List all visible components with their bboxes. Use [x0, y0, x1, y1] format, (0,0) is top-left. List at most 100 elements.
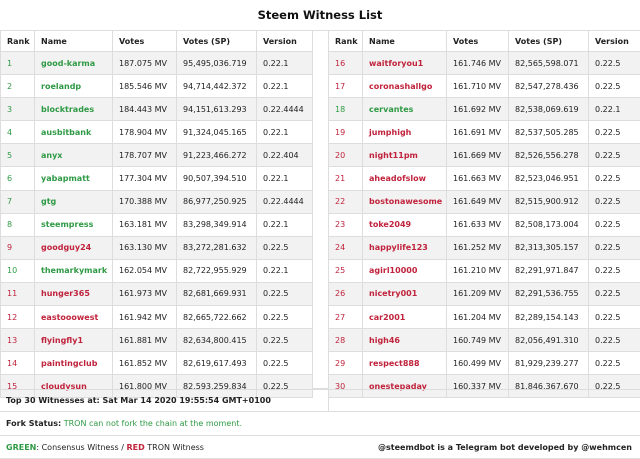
witness-name-link[interactable]: happylife123: [362, 235, 447, 260]
witness-name-link[interactable]: hunger365: [34, 281, 113, 307]
witness-name-link[interactable]: cervantes: [362, 97, 447, 122]
votes-sp-cell: 82,508,173.004: [508, 212, 589, 237]
rank-cell: 7: [0, 189, 35, 214]
table-row: 22 bostonawesome 161.649 MV 82,515,900.912 0…: [328, 189, 640, 214]
votes-sp-cell: 82,634,800.415: [176, 328, 257, 353]
version-cell: 0.22.5: [588, 305, 640, 330]
rank-cell: 14: [0, 351, 35, 376]
version-cell: 0.22.5: [588, 120, 640, 145]
votes-sp-cell: 82,526,556.278: [508, 143, 589, 168]
votes-sp-cell: 82,722,955.929: [176, 258, 257, 283]
witness-name-link[interactable]: nicetry001: [362, 281, 447, 307]
table-header-row: Rank Name Votes Votes (SP) Version: [0, 30, 313, 52]
witness-name-link[interactable]: car2001: [362, 305, 447, 330]
table-row: 28 high46 160.749 MV 82,056,491.310 0.22.5: [328, 328, 640, 353]
votes-sp-cell: 82,313,305.157: [508, 235, 589, 260]
votes-cell: 161.746 MV: [446, 50, 509, 76]
witness-name-link[interactable]: roelandp: [34, 74, 113, 99]
votes-sp-cell: 81,929,239.277: [508, 351, 589, 376]
table-row: 13 flyingfly1 161.881 MV 82,634,800.415 0.22…: [0, 328, 313, 353]
witness-name-link[interactable]: yabapmatt: [34, 166, 113, 191]
votes-cell: 160.499 MV: [446, 351, 509, 376]
witness-name-link[interactable]: jumphigh: [362, 120, 447, 145]
rank-cell: 8: [0, 212, 35, 237]
version-cell: 0.22.5: [588, 258, 640, 283]
header-name: Name: [34, 30, 113, 52]
page-title: Steem Witness List: [257, 8, 383, 22]
witness-name-link[interactable]: goodguy24: [34, 235, 113, 260]
table-row: 18 cervantes 161.692 MV 82,538,069.619 0.22.…: [328, 97, 640, 122]
witness-name-link[interactable]: high46: [362, 328, 447, 353]
rank-cell: 13: [0, 328, 35, 353]
votes-cell: 170.388 MV: [112, 189, 177, 214]
version-cell: 0.22.4444: [256, 97, 313, 122]
header-votes: Votes: [446, 30, 509, 52]
witness-name-link[interactable]: gtg: [34, 189, 113, 214]
version-cell: 0.22.4444: [256, 189, 313, 214]
rank-cell: 6: [0, 166, 35, 191]
table-row: 14 paintingclub 161.852 MV 82,619,617.493 0.…: [0, 351, 313, 376]
version-cell: 0.22.1: [256, 212, 313, 237]
version-cell: 0.22.1: [256, 50, 313, 76]
witness-name-link[interactable]: waitforyou1: [362, 50, 447, 76]
legend-footer: GREEN: Consensus Witness / RED TRON Witn…: [0, 435, 640, 459]
header-rank: Rank: [328, 30, 363, 52]
rank-cell: 21: [328, 166, 363, 191]
votes-cell: 161.942 MV: [112, 305, 177, 330]
votes-cell: 184.443 MV: [112, 97, 177, 122]
witness-name-link[interactable]: flyingfly1: [34, 328, 113, 353]
witness-name-link[interactable]: anyx: [34, 143, 113, 168]
votes-sp-cell: 82,291,536.755: [508, 281, 589, 307]
witness-name-link[interactable]: steempress: [34, 212, 113, 237]
witness-name-link[interactable]: good-karma: [34, 50, 113, 76]
version-cell: 0.22.1: [256, 120, 313, 145]
header-votes-sp: Votes (SP): [508, 30, 589, 52]
witness-name-link[interactable]: aheadofslow: [362, 166, 447, 191]
version-cell: 0.22.1: [256, 166, 313, 191]
votes-cell: 161.633 MV: [446, 212, 509, 237]
version-cell: 0.22.5: [588, 281, 640, 307]
witness-name-link[interactable]: eastooowest: [34, 305, 113, 330]
votes-sp-cell: 82,523,046.951: [508, 166, 589, 191]
votes-cell: 161.204 MV: [446, 305, 509, 330]
table-row: 6 yabapmatt 177.304 MV 90,507,394.510 0.22.1: [0, 166, 313, 191]
rank-cell: 5: [0, 143, 35, 168]
rank-cell: 28: [328, 328, 363, 353]
witness-name-link[interactable]: ausbitbank: [34, 120, 113, 145]
rank-cell: 26: [328, 281, 363, 307]
header-votes-sp: Votes (SP): [176, 30, 257, 52]
votes-sp-cell: 82,537,505.285: [508, 120, 589, 145]
rank-cell: 10: [0, 258, 35, 283]
table-gap: [312, 30, 328, 389]
witness-name-link[interactable]: blocktrades: [34, 97, 113, 122]
witness-name-link[interactable]: respect888: [362, 351, 447, 376]
witness-name-link[interactable]: coronashallgo: [362, 74, 447, 99]
votes-cell: 161.663 MV: [446, 166, 509, 191]
votes-sp-cell: 94,151,613.293: [176, 97, 257, 122]
rank-cell: 3: [0, 97, 35, 122]
witness-name-link[interactable]: paintingclub: [34, 351, 113, 376]
table-row: 7 gtg 170.388 MV 86,977,250.925 0.22.4444: [0, 189, 313, 214]
version-cell: 0.22.5: [588, 212, 640, 237]
version-cell: 0.22.5: [588, 166, 640, 191]
legend-red: RED: [126, 443, 145, 452]
version-cell: 0.22.5: [588, 351, 640, 376]
votes-sp-cell: 82,681,669.931: [176, 281, 257, 307]
version-cell: 0.22.5: [588, 50, 640, 76]
rank-cell: 12: [0, 305, 35, 330]
table-row: 23 toke2049 161.633 MV 82,508,173.004 0.22.5: [328, 212, 640, 237]
witness-name-link[interactable]: agirl10000: [362, 258, 447, 283]
legend-green: GREEN: [6, 443, 37, 452]
rank-cell: 9: [0, 235, 35, 260]
rank-cell: 19: [328, 120, 363, 145]
witness-name-link[interactable]: night11pm: [362, 143, 447, 168]
votes-cell: 161.209 MV: [446, 281, 509, 307]
table-row: 12 eastooowest 161.942 MV 82,665,722.662 0.2…: [0, 305, 313, 330]
votes-sp-cell: 90,507,394.510: [176, 166, 257, 191]
version-cell: 0.22.1: [588, 97, 640, 122]
rank-cell: 25: [328, 258, 363, 283]
witness-name-link[interactable]: themarkymark: [34, 258, 113, 283]
votes-cell: 161.649 MV: [446, 189, 509, 214]
witness-name-link[interactable]: bostonawesome: [362, 189, 447, 214]
witness-name-link[interactable]: toke2049: [362, 212, 447, 237]
